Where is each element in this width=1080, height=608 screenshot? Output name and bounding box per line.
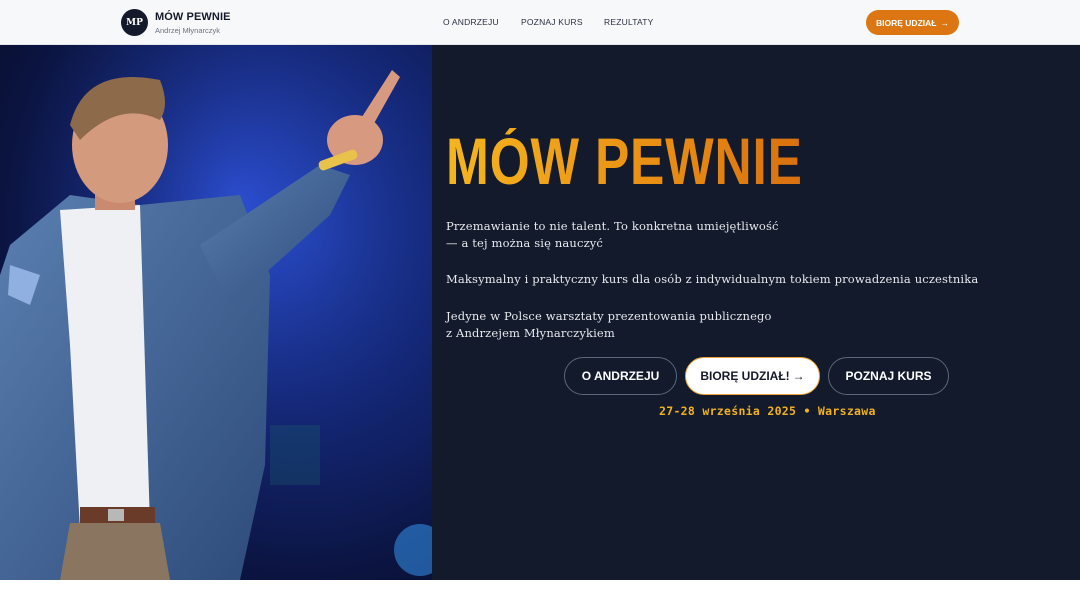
hero-unique-line2: z Andrzejem Młynarczykiem xyxy=(446,326,615,340)
arrow-right-icon: → xyxy=(940,17,949,28)
discover-course-label: POZNAJ KURS xyxy=(845,369,932,383)
about-andrzej-label: O ANDRZEJU xyxy=(581,369,660,383)
brand-subtitle: Andrzej Młynarczyk xyxy=(155,26,221,35)
hero-speaker-photo xyxy=(0,45,432,580)
event-date: 27-28 września 2025 • Warszawa xyxy=(659,404,876,418)
brand-name[interactable]: MÓW PEWNIE xyxy=(155,11,231,23)
join-course-button[interactable]: BIORĘ UDZIAŁ! → xyxy=(685,357,820,395)
site-header: MP MÓW PEWNIE Andrzej Młynarczyk O ANDRZ… xyxy=(0,0,1080,45)
page-bottom-strip xyxy=(0,580,1080,608)
hero-title: MÓW PEWNIE xyxy=(446,124,803,198)
nav-link-rezultaty[interactable]: REZULTATY xyxy=(604,17,654,27)
discover-course-button[interactable]: POZNAJ KURS xyxy=(828,357,949,395)
header-cta-button[interactable]: BIORĘ UDZIAŁ → xyxy=(866,10,959,35)
logo-badge[interactable]: MP xyxy=(121,9,148,36)
nav-link-poznaj-kurs[interactable]: POZNAJ KURS xyxy=(521,17,583,27)
hero-tagline-line2: — a tej można się nauczyć xyxy=(446,236,604,250)
hero-unique-line1: Jedyne w Polsce warsztaty prezentowania … xyxy=(446,309,772,323)
header-cta-label: BIORĘ UDZIAŁ xyxy=(876,17,937,28)
join-course-label: BIORĘ UDZIAŁ! xyxy=(700,369,790,383)
hero-description: Maksymalny i praktyczny kurs dla osób z … xyxy=(446,272,979,286)
nav-link-o-andrzeju[interactable]: O ANDRZEJU xyxy=(443,17,499,27)
hero-tagline-line1: Przemawianie to nie talent. To konkretna… xyxy=(446,219,779,233)
speaker-illustration xyxy=(0,45,432,580)
arrow-right-icon: → xyxy=(792,369,805,383)
about-andrzej-button[interactable]: O ANDRZEJU xyxy=(564,357,677,395)
